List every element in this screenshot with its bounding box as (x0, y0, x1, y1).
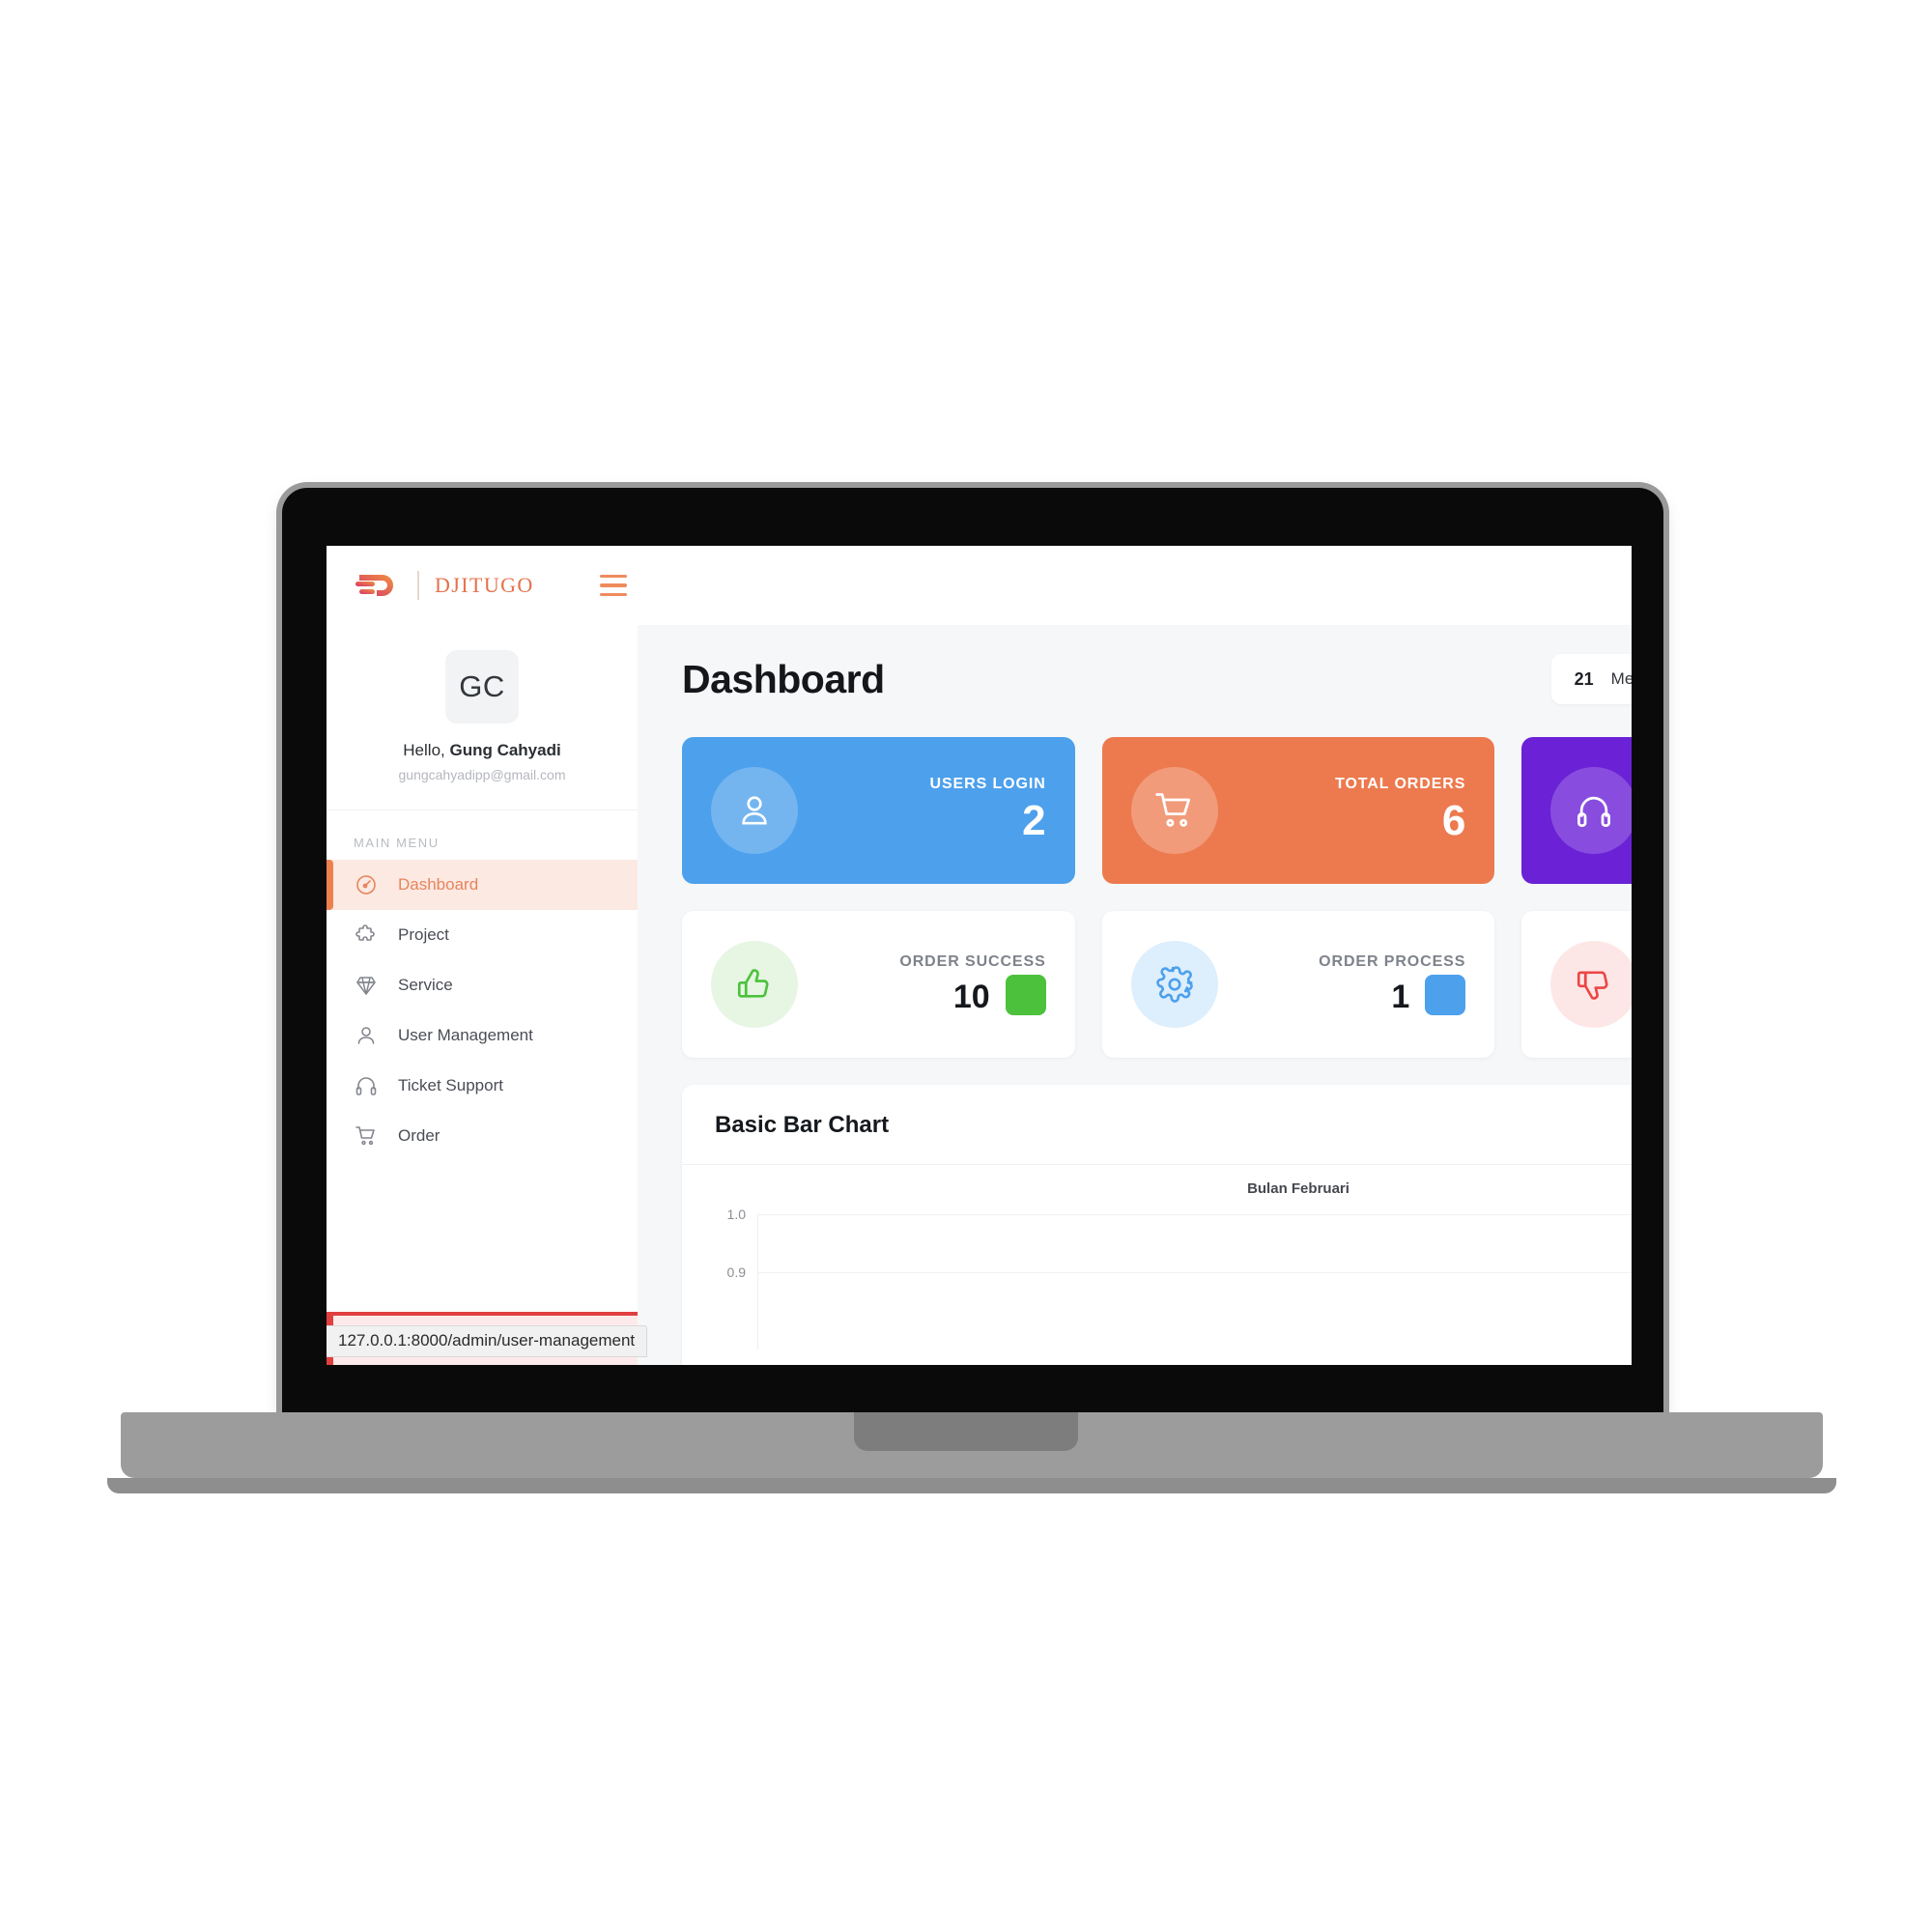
stat-card-order-failed[interactable]: ORDER FAILED 0 (1521, 911, 1632, 1058)
weather-widget[interactable]: 21 Medan, IDN (1550, 654, 1632, 704)
page-header: Dashboard 21 Medan, IDN (682, 654, 1632, 704)
stat-card-value: 6 (1441, 797, 1466, 844)
sidebar-item-label: Order (398, 1126, 440, 1145)
greeting-prefix: Hello, (403, 741, 450, 759)
stat-card-users-login[interactable]: USERS LOGIN 2 (682, 737, 1075, 884)
sidebar-item-ticket-support[interactable]: Ticket Support (327, 1061, 638, 1111)
stat-card-label: USERS LOGIN (929, 776, 1046, 792)
sidebar-item-label: Service (398, 976, 453, 994)
sidebar-item-user-management[interactable]: User Management (327, 1010, 638, 1061)
stat-card-ticket-support[interactable]: TICKET SUPPORT 3 (1521, 737, 1632, 884)
cart-icon (1130, 767, 1218, 854)
chart-plot-area: 1.0 0.9 (727, 1207, 1632, 1350)
main-area: GC Gung Cahyadi Admin Dashboard 21 (638, 546, 1632, 1365)
puzzle-icon (354, 923, 379, 948)
djitugo-logo-icon (354, 569, 402, 602)
greeting: Hello, Gung Cahyadi (327, 741, 638, 760)
diamond-icon (354, 973, 379, 998)
stat-cards-row-1: USERS LOGIN 2 TOTAL ORDERS 6 (682, 737, 1632, 884)
page-content: Dashboard 21 Medan, IDN (638, 625, 1632, 1365)
stat-card-text: ORDER PROCESS 1 (1319, 952, 1466, 1016)
screenshot-stage: DJITUGO GC Hello, Gung Cahyadi gungcahya… (0, 0, 1932, 1932)
sidebar-item-label: User Management (398, 1026, 533, 1044)
sidebar-item-label: Dashboard (398, 875, 479, 894)
stat-card-total-orders[interactable]: TOTAL ORDERS 6 (1101, 737, 1495, 884)
chart-y-tick: 1.0 (726, 1207, 746, 1222)
sidebar-item-order[interactable]: Order (327, 1111, 638, 1161)
sidebar-item-service[interactable]: Service (327, 960, 638, 1010)
app-shell: DJITUGO GC Hello, Gung Cahyadi gungcahya… (327, 546, 1632, 1365)
status-swatch (1005, 975, 1046, 1015)
cart-icon (354, 1123, 379, 1149)
chart-body: Bulan Februari 1.0 0.9 (682, 1165, 1632, 1358)
user-icon (711, 767, 798, 854)
page-header-tools: 21 Medan, IDN FILTER (1550, 654, 1632, 704)
user-icon (354, 1023, 379, 1048)
browser-viewport: DJITUGO GC Hello, Gung Cahyadi gungcahya… (327, 546, 1632, 1365)
sidebar-item-label: Project (398, 925, 449, 944)
weather-location: Medan, IDN (1610, 669, 1632, 688)
stat-card-order-process[interactable]: ORDER PROCESS 1 (1101, 911, 1495, 1058)
sidebar-item-dashboard[interactable]: Dashboard (327, 860, 638, 910)
stat-card-label: TOTAL ORDERS (1335, 776, 1466, 792)
sidebar-item-project[interactable]: Project (327, 910, 638, 960)
sidebar: DJITUGO GC Hello, Gung Cahyadi gungcahya… (327, 546, 638, 1365)
menu-section-label: MAIN MENU (354, 836, 440, 850)
brand-divider (417, 571, 419, 600)
brand-name: DJITUGO (435, 573, 534, 597)
chart-legend-entry[interactable]: Bulan Februari (682, 1180, 1632, 1197)
stat-card-label: ORDER PROCESS (1319, 952, 1466, 970)
page-title: Dashboard (682, 656, 885, 701)
stat-card-value-row: 1 (1319, 975, 1466, 1016)
topbar: GC Gung Cahyadi Admin (638, 546, 1632, 625)
bar-chart-card: Basic Bar Chart Bulan Februari 1.0 0.9 (682, 1085, 1632, 1365)
weather-temperature: 21 (1574, 668, 1594, 689)
stat-card-label: ORDER SUCCESS (899, 952, 1046, 970)
stat-card-order-success[interactable]: ORDER SUCCESS 10 (682, 911, 1075, 1058)
chart-y-axis (757, 1214, 758, 1350)
gear-icon (1130, 941, 1218, 1028)
stat-card-value: 10 (952, 978, 990, 1015)
greeting-username: Gung Cahyadi (449, 741, 561, 759)
headset-icon (354, 1073, 379, 1098)
chart-y-tick: 0.9 (726, 1264, 746, 1280)
brand-header: DJITUGO (327, 546, 638, 625)
stat-card-text: TOTAL ORDERS 6 (1335, 776, 1465, 845)
thumbs-down-icon (1550, 941, 1632, 1028)
laptop-notch (854, 1412, 1078, 1451)
chart-title: Basic Bar Chart (715, 1112, 890, 1138)
hamburger-icon[interactable] (599, 574, 627, 597)
user-email: gungcahyadipp@gmail.com (398, 767, 566, 782)
chart-gridline (757, 1272, 1632, 1273)
stat-card-text: ORDER SUCCESS 10 (899, 952, 1046, 1016)
stat-card-text: USERS LOGIN 2 (930, 776, 1046, 845)
speedometer-icon (354, 872, 379, 897)
stat-card-value: 2 (1022, 797, 1046, 844)
stat-cards-row-2: ORDER SUCCESS 10 ORDER PROCESS 1 (682, 911, 1632, 1058)
stat-card-value: 1 (1391, 978, 1410, 1015)
headset-icon (1550, 767, 1632, 854)
chart-gridline (757, 1214, 1632, 1215)
status-swatch (1425, 975, 1466, 1015)
sidebar-profile: GC Hello, Gung Cahyadi gungcahyadipp@gma… (327, 625, 638, 810)
thumbs-up-icon (711, 941, 798, 1028)
stat-card-value-row: 10 (899, 975, 1046, 1016)
sidebar-item-label: Ticket Support (398, 1076, 503, 1094)
main-menu: Dashboard Project Service User Managemen… (327, 860, 638, 1161)
status-bar-url: 127.0.0.1:8000/admin/user-management (327, 1325, 648, 1357)
avatar: GC (445, 650, 519, 724)
